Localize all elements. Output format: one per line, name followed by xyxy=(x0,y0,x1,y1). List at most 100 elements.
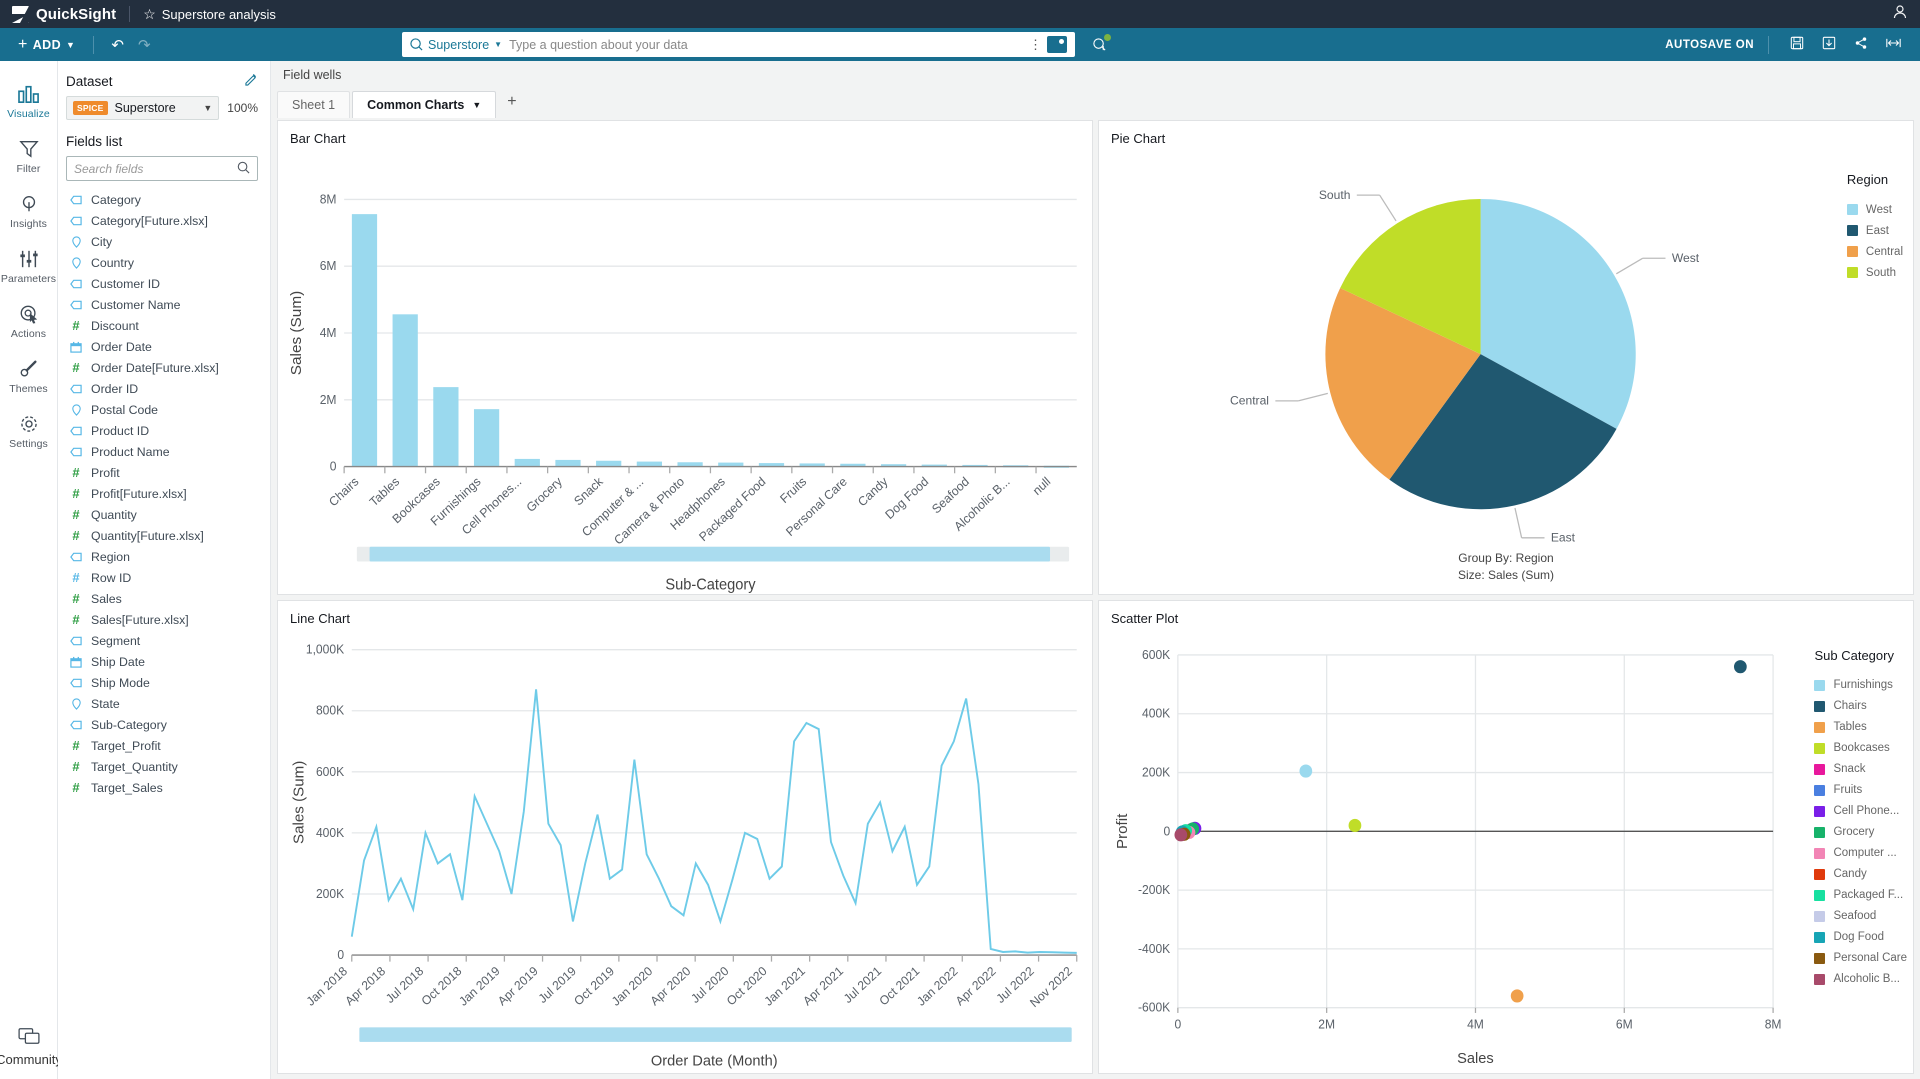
save-icon[interactable] xyxy=(1781,36,1813,53)
search-icon[interactable] xyxy=(237,161,250,177)
scatter-point[interactable] xyxy=(1510,988,1524,1003)
q-dataset-label[interactable]: Superstore xyxy=(428,38,489,52)
field-list-item[interactable]: # Order Date[Future.xlsx] xyxy=(66,357,258,378)
field-wells-bar[interactable]: Field wells xyxy=(271,61,1920,89)
legend-item[interactable]: Dog Food xyxy=(1814,927,1907,948)
scatter-plot-body[interactable]: -600K -400K -200K 0 200K 400K 600K 0 2M 4M 6M 8M Pro… xyxy=(1099,626,1913,1074)
bar-chart-visual[interactable]: Bar Chart 0 2M 4M 6M 8M Chairs Tables Bookcases… xyxy=(277,120,1093,595)
line-chart-body[interactable]: 0 200K 400K 600K 800K 1,000K Jan 2018 Apr 2018 J… xyxy=(278,626,1092,1074)
sidebar-item-parameters[interactable]: Parameters xyxy=(0,240,58,295)
field-list-item[interactable]: Region xyxy=(66,546,258,567)
bar[interactable] xyxy=(555,459,581,467)
chart-scrollbar-thumb[interactable] xyxy=(359,1026,1072,1042)
legend-item[interactable]: Fruits xyxy=(1814,780,1907,801)
bar[interactable] xyxy=(596,460,622,467)
line-series[interactable] xyxy=(350,688,1077,954)
tab-sheet-1[interactable]: Sheet 1 xyxy=(277,91,351,118)
field-list-item[interactable]: State xyxy=(66,693,258,714)
field-list-item[interactable]: # Target_Quantity xyxy=(66,756,258,777)
sidebar-item-filter[interactable]: Filter xyxy=(0,130,58,185)
kebab-menu-icon[interactable]: ⋮ xyxy=(1029,38,1042,51)
chart-scrollbar-thumb[interactable] xyxy=(369,546,1051,562)
field-list-item[interactable]: Order Date xyxy=(66,336,258,357)
bar[interactable] xyxy=(514,458,540,467)
legend-item[interactable]: Furnishings xyxy=(1814,675,1907,696)
pie-chart-body[interactable]: West East Central South Region West East Cent… xyxy=(1099,146,1913,550)
field-list-item[interactable]: Segment xyxy=(66,630,258,651)
field-list-item[interactable]: Category xyxy=(66,189,258,210)
legend-item[interactable]: Bookcases xyxy=(1814,738,1907,759)
redo-icon[interactable]: ↷ xyxy=(131,36,158,54)
scatter-point[interactable] xyxy=(1299,763,1313,778)
share-icon[interactable] xyxy=(1845,36,1877,53)
field-list-item[interactable]: # Discount xyxy=(66,315,258,336)
scatter-plot-visual[interactable]: Scatter Plot -600K -400K -200K 0 200K 400K 600… xyxy=(1098,599,1914,1074)
tab-common-charts[interactable]: Common Charts ▼ xyxy=(352,91,497,118)
legend-item[interactable]: Snack xyxy=(1814,759,1907,780)
sidebar-item-visualize[interactable]: Visualize xyxy=(0,75,58,130)
field-list-item[interactable]: # Quantity[Future.xlsx] xyxy=(66,525,258,546)
scatter-point[interactable] xyxy=(1174,827,1188,841)
field-list-item[interactable]: City xyxy=(66,231,258,252)
legend-item[interactable]: Grocery xyxy=(1814,822,1907,843)
legend-item[interactable]: Personal Care xyxy=(1814,948,1907,969)
pencil-icon[interactable] xyxy=(245,73,258,89)
analysis-title[interactable]: Superstore analysis xyxy=(162,7,276,22)
field-list-item[interactable]: # Sales[Future.xlsx] xyxy=(66,609,258,630)
sidebar-item-community[interactable]: Community xyxy=(0,1027,62,1067)
scatter-point[interactable] xyxy=(1348,818,1362,832)
star-icon[interactable]: ☆ xyxy=(143,7,156,21)
zoom-level[interactable]: 100% xyxy=(227,101,258,115)
legend-item[interactable]: Tables xyxy=(1814,717,1907,738)
q-search-bar[interactable]: Superstore ▼ Type a question about your … xyxy=(402,32,1075,57)
field-list-item[interactable]: Postal Code xyxy=(66,399,258,420)
field-list-item[interactable]: Sub-Category xyxy=(66,714,258,735)
undo-icon[interactable]: ↶ xyxy=(104,36,131,54)
user-icon[interactable] xyxy=(1892,4,1908,24)
search-input[interactable] xyxy=(74,161,237,176)
field-list-item[interactable]: # Profit[Future.xlsx] xyxy=(66,483,258,504)
field-list-item[interactable]: # Target_Profit xyxy=(66,735,258,756)
legend-item[interactable]: Candy xyxy=(1814,864,1907,885)
field-list-item[interactable]: Order ID xyxy=(66,378,258,399)
chevron-down-icon[interactable]: ▼ xyxy=(494,40,502,49)
field-list-item[interactable]: # Profit xyxy=(66,462,258,483)
sidebar-item-themes[interactable]: Themes xyxy=(0,350,58,405)
bar[interactable] xyxy=(351,214,378,467)
chevron-down-icon[interactable]: ▼ xyxy=(472,100,481,110)
legend-item[interactable]: South xyxy=(1846,262,1903,283)
pie-chart-visual[interactable]: Pie Chart West East Central South Region We… xyxy=(1098,120,1914,595)
legend-item[interactable]: Cell Phone... xyxy=(1814,801,1907,822)
legend-item[interactable]: West xyxy=(1846,199,1903,220)
sidebar-item-insights[interactable]: Insights xyxy=(0,185,58,240)
field-list-item[interactable]: Ship Date xyxy=(66,651,258,672)
bar[interactable] xyxy=(473,409,500,467)
add-sheet-button[interactable]: + xyxy=(498,93,525,114)
search-fields-box[interactable] xyxy=(66,156,258,181)
field-list-item[interactable]: Country xyxy=(66,252,258,273)
bar-chart-body[interactable]: 0 2M 4M 6M 8M Chairs Tables Bookcases Furnishing… xyxy=(278,146,1092,594)
field-list-item[interactable]: Customer Name xyxy=(66,294,258,315)
bar[interactable] xyxy=(636,461,663,467)
scatter-point[interactable] xyxy=(1733,659,1747,673)
field-list-item[interactable]: Customer ID xyxy=(66,273,258,294)
legend-item[interactable]: Central xyxy=(1846,241,1903,262)
download-icon[interactable] xyxy=(1813,36,1845,53)
field-list-item[interactable]: # Sales xyxy=(66,588,258,609)
legend-item[interactable]: Alcoholic B... xyxy=(1814,969,1907,990)
field-list-item[interactable]: # Row ID xyxy=(66,567,258,588)
dataset-select[interactable]: SPICE Superstore ▼ xyxy=(66,96,220,120)
legend-item[interactable]: Computer ... xyxy=(1814,843,1907,864)
fit-width-icon[interactable] xyxy=(1877,36,1910,53)
topic-icon[interactable] xyxy=(1047,36,1067,53)
q-placeholder[interactable]: Type a question about your data xyxy=(509,38,688,52)
legend-item[interactable]: Packaged F... xyxy=(1814,885,1907,906)
sidebar-item-actions[interactable]: Actions xyxy=(0,295,58,350)
field-list-item[interactable]: Category[Future.xlsx] xyxy=(66,210,258,231)
legend-item[interactable]: Seafood xyxy=(1814,906,1907,927)
bar[interactable] xyxy=(433,387,459,467)
sidebar-item-settings[interactable]: Settings xyxy=(0,405,58,460)
field-list-item[interactable]: Ship Mode xyxy=(66,672,258,693)
canvas-scrollbar[interactable] xyxy=(271,1074,1920,1079)
line-chart-visual[interactable]: Line Chart 0 200K 400K 600K 800K 1,000K Jan 20… xyxy=(277,599,1093,1074)
